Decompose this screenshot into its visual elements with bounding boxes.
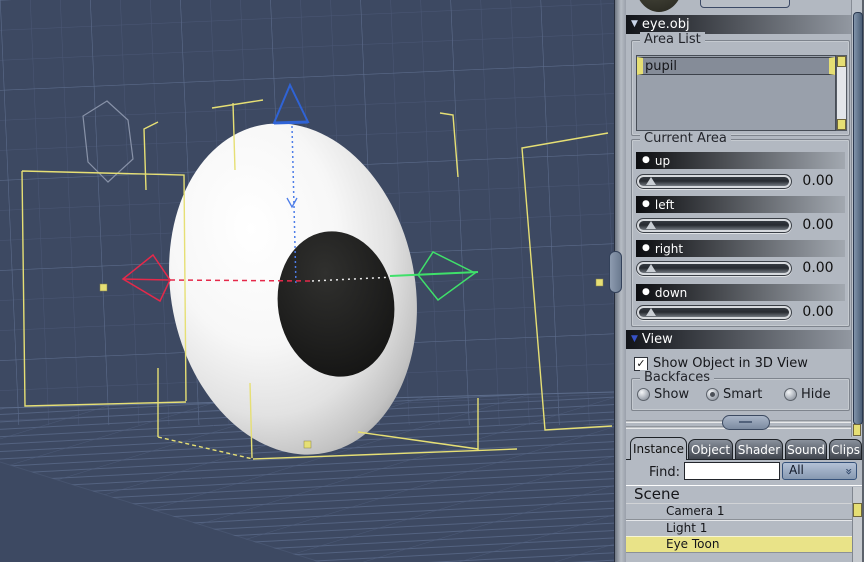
tree-item-label: Camera 1: [666, 504, 725, 518]
instance-tab-content: Find: All » Scene Camera 1 Light 1 Eye T…: [626, 459, 862, 562]
panel-top-button[interactable]: [700, 0, 790, 8]
slider-value-left: 0.00: [802, 217, 834, 233]
panel-divider[interactable]: [609, 0, 626, 562]
slider-header-up[interactable]: ● up: [636, 152, 845, 169]
slider-track[interactable]: [639, 221, 789, 230]
show-object-label: Show Object in 3D View: [653, 356, 808, 371]
slider-track[interactable]: [639, 177, 789, 186]
backfaces-radio-show[interactable]: [637, 388, 650, 401]
filter-dropdown[interactable]: All »: [782, 462, 857, 480]
scene-tree-root[interactable]: Scene: [626, 485, 862, 504]
viewport-canvas[interactable]: [0, 0, 630, 562]
slider-track[interactable]: [639, 264, 789, 273]
slider-thumb[interactable]: [646, 308, 656, 316]
panel-scrollbar-thumb[interactable]: [853, 12, 863, 425]
divider-collapse-handle[interactable]: [609, 251, 622, 293]
scrollbar-bottom-cap[interactable]: [837, 119, 846, 130]
area-list-item-pupil[interactable]: pupil: [637, 57, 835, 75]
slider-value-up: 0.00: [802, 173, 834, 189]
slider-value-down: 0.00: [802, 304, 834, 320]
splitter-handle[interactable]: [722, 415, 770, 430]
slider-header-down[interactable]: ● down: [636, 284, 845, 301]
slider-track[interactable]: [639, 308, 789, 317]
tree-item-camera1[interactable]: Camera 1: [626, 503, 852, 520]
backfaces-radio-smart[interactable]: [706, 388, 719, 401]
panel-scrollbar[interactable]: [851, 0, 863, 437]
slider-right[interactable]: [636, 261, 792, 276]
slider-thumb[interactable]: [646, 177, 656, 185]
slider-value-right: 0.00: [802, 260, 834, 276]
backfaces-group-label: Backfaces: [640, 370, 715, 386]
tab-label: Object: [690, 443, 731, 457]
scene-root-label: Scene: [634, 485, 680, 503]
slider-thumb[interactable]: [646, 221, 656, 229]
preview-sphere: [635, 0, 683, 12]
app-window: ▼ eye.obj Area List pupil Current Area ●…: [0, 0, 864, 562]
properties-panel: ▼ eye.obj Area List pupil Current Area ●…: [626, 0, 864, 562]
tab-label: Clips: [831, 443, 860, 457]
slider-up[interactable]: [636, 174, 792, 189]
show-object-checkbox[interactable]: ✓: [634, 357, 648, 371]
tree-item-light1[interactable]: Light 1: [626, 520, 852, 537]
area-list-group-label: Area List: [640, 32, 705, 48]
backfaces-radio-show-label[interactable]: Show: [654, 387, 689, 402]
tab-label: Shader: [737, 443, 781, 457]
find-input[interactable]: [684, 462, 780, 480]
scene-tree-scrollbar[interactable]: [852, 487, 862, 562]
view-header[interactable]: ▼ View: [626, 330, 852, 349]
area-list[interactable]: pupil: [636, 55, 836, 131]
object-header-label: eye.obj: [641, 17, 690, 32]
area-list-group: Area List pupil: [631, 32, 850, 136]
tab-shader[interactable]: Shader: [735, 439, 783, 460]
bullet-icon: ●: [642, 155, 650, 165]
slider-header-left[interactable]: ● left: [636, 196, 845, 213]
current-area-group-label: Current Area: [640, 131, 731, 147]
area-list-scrollbar[interactable]: [836, 55, 847, 131]
chevron-double-icon: »: [841, 467, 856, 476]
panel-top-strip: [626, 0, 864, 15]
tree-item-label: Light 1: [666, 521, 708, 535]
view-header-label: View: [641, 332, 673, 347]
tab-label: Instance: [632, 442, 685, 456]
backfaces-radio-hide-label[interactable]: Hide: [801, 387, 831, 402]
slider-thumb[interactable]: [646, 264, 656, 272]
tree-item-eyetoon[interactable]: Eye Toon: [626, 536, 852, 553]
tab-clips[interactable]: Clips: [829, 439, 862, 460]
filter-dropdown-value: All: [789, 463, 804, 477]
panel-scrollbar-cap[interactable]: [853, 424, 861, 436]
slider-label: down: [654, 285, 688, 300]
slider-down[interactable]: [636, 305, 792, 320]
current-area-group: Current Area ● up 0.00 ● left 0.00 ● rig…: [631, 131, 850, 327]
slider-left[interactable]: [636, 218, 792, 233]
check-icon: ✓: [636, 357, 646, 370]
slider-header-right[interactable]: ● right: [636, 240, 845, 257]
collapse-triangle-icon[interactable]: ▼: [631, 335, 638, 344]
backfaces-radio-hide[interactable]: [784, 388, 797, 401]
slider-label: left: [654, 197, 675, 212]
bullet-icon: ●: [642, 243, 650, 253]
backfaces-group: Backfaces Show Smart Hide: [631, 370, 850, 411]
area-list-item-label: pupil: [645, 59, 677, 74]
tab-instance[interactable]: Instance: [630, 437, 687, 460]
scrollbar-cap[interactable]: [853, 503, 862, 517]
bullet-icon: ●: [642, 199, 650, 209]
tree-item-label: Eye Toon: [666, 537, 720, 551]
tab-object[interactable]: Object: [688, 439, 733, 460]
viewport-3d[interactable]: [0, 0, 630, 562]
tab-label: Sound: [787, 443, 825, 457]
bullet-icon: ●: [642, 287, 650, 297]
collapse-triangle-icon[interactable]: ▼: [631, 20, 638, 29]
slider-label: up: [654, 153, 671, 168]
find-label: Find:: [648, 465, 680, 480]
tab-sound[interactable]: Sound: [785, 439, 827, 460]
scrollbar-top-cap[interactable]: [837, 56, 846, 67]
slider-label: right: [654, 241, 684, 256]
backfaces-radio-smart-label[interactable]: Smart: [723, 387, 762, 402]
